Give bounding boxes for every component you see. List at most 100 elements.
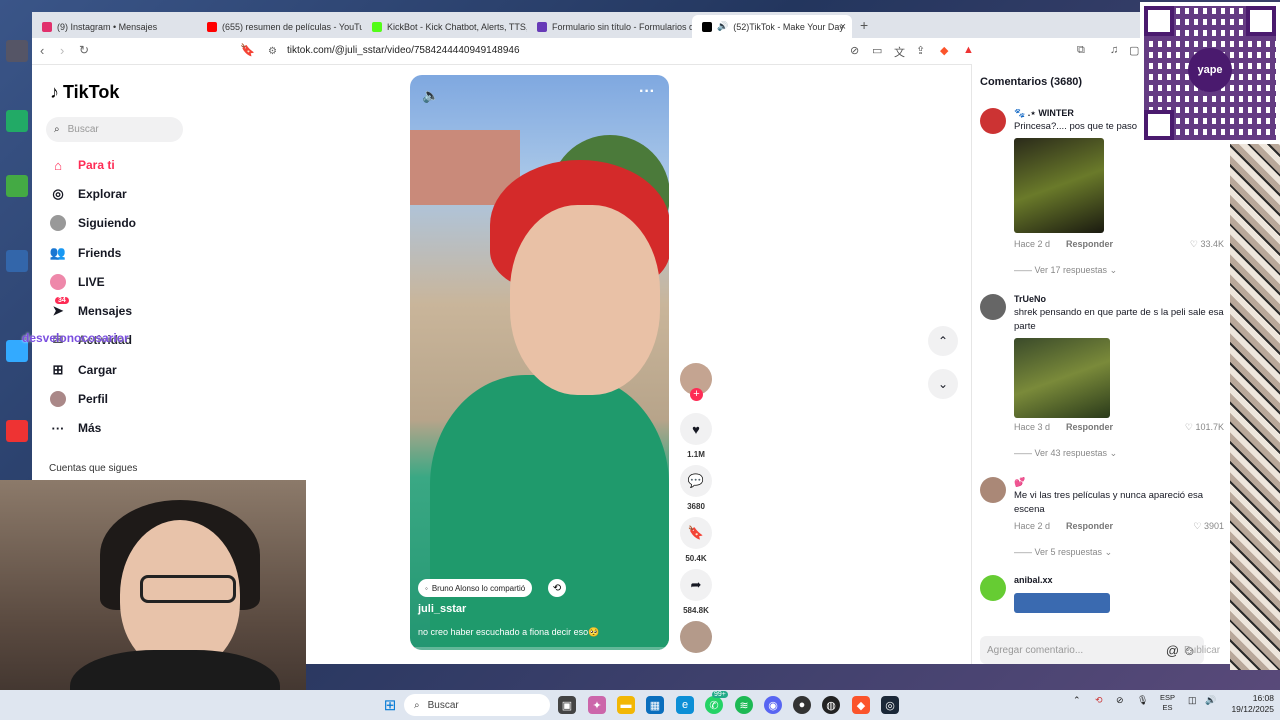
commenter-avatar[interactable] [980, 108, 1006, 134]
nav-mensajes[interactable]: ➤ 34 Mensajes [50, 297, 132, 322]
brave-icon[interactable]: ◆ [852, 696, 870, 714]
tiktok-logo[interactable]: ♪ TikTok [50, 82, 119, 103]
translate-icon[interactable]: 文 [894, 44, 905, 60]
repost-icon[interactable]: ⟲ [548, 579, 566, 597]
copilot-icon[interactable]: ✦ [588, 696, 606, 714]
file-explorer-icon[interactable]: ▬ [617, 696, 635, 714]
nav-siguiendo[interactable]: Siguiendo [50, 212, 136, 234]
discord-icon[interactable]: ◉ [764, 696, 782, 714]
tray-network-icon[interactable]: ⊘ [1116, 695, 1124, 706]
sidebar-icon[interactable]: ⧉ [1077, 44, 1085, 57]
comment-user[interactable]: TrUeNo [1014, 294, 1046, 304]
nav-live[interactable]: LIVE [50, 271, 105, 293]
comment-image[interactable] [1014, 593, 1110, 613]
comment-user[interactable]: 💕 [1014, 477, 1025, 488]
desktop-icon[interactable] [4, 40, 30, 64]
comment-user[interactable]: 🐾 .⋆ WINTER [1014, 108, 1074, 119]
taskbar-search[interactable]: ⌕ Buscar [404, 694, 550, 716]
windows-start-icon[interactable]: ⊞ [381, 696, 399, 714]
tab-youtube[interactable]: (655) resumen de películas - YouTube [197, 15, 362, 38]
tab-tiktok[interactable]: 🔊 (52)TikTok - Make Your Day × [692, 15, 852, 38]
forward-icon[interactable]: › [60, 43, 64, 58]
desktop-icon[interactable] [4, 110, 30, 134]
tab-kickbot[interactable]: KickBot - Kick Chatbot, Alerts, TTS, O [362, 15, 527, 38]
store-icon[interactable]: ▦ [646, 696, 664, 714]
tray-app-icon[interactable]: ⟲ [1095, 695, 1103, 706]
media-icon[interactable]: ♫ [1110, 44, 1118, 56]
reply-button[interactable]: Responder [1066, 422, 1113, 432]
url-field[interactable]: tiktok.com/@juli_sstar/video/75842444409… [287, 45, 520, 56]
nav-perfil[interactable]: Perfil [50, 388, 108, 410]
back-icon[interactable]: ‹ [40, 43, 44, 58]
desktop-icon[interactable] [4, 175, 30, 199]
tray-chevron-icon[interactable]: ⌃ [1073, 695, 1081, 706]
add-comment-input[interactable]: Agregar comentario... @ ☺ [980, 636, 1204, 664]
tray-wifi-icon[interactable]: ◫ [1188, 695, 1197, 706]
window-icon[interactable]: ▢ [1129, 44, 1139, 57]
music-disc[interactable] [680, 621, 712, 653]
rewards-icon[interactable]: ▲ [963, 44, 974, 56]
commenter-avatar[interactable] [980, 575, 1006, 601]
tab-forms[interactable]: Formulario sin título - Formularios de [527, 15, 692, 38]
commenter-avatar[interactable] [980, 477, 1006, 503]
desktop-icon[interactable] [4, 250, 30, 274]
task-view-icon[interactable]: ▣ [558, 696, 576, 714]
tray-mic-icon[interactable]: 🎙 [1137, 695, 1148, 706]
nav-explorar[interactable]: ◎ Explorar [50, 183, 126, 205]
video-player[interactable]: 🔈 ··· ◦ Bruno Alonso lo compartió ⟲ juli_… [410, 75, 669, 650]
reply-button[interactable]: Responder [1066, 239, 1113, 249]
desktop-icon[interactable] [4, 420, 30, 444]
language-indicator[interactable]: ESP ES [1160, 693, 1175, 713]
comment-image[interactable] [1014, 338, 1110, 418]
comment-likes[interactable]: ♡ 33.4K [1190, 239, 1224, 250]
bookmark-icon[interactable]: 🔖 [240, 43, 255, 57]
comment-likes[interactable]: ♡ 101.7K [1185, 422, 1224, 433]
publish-button[interactable]: Publicar [1184, 645, 1220, 656]
app-icon[interactable]: ● [793, 696, 811, 714]
nav-cargar[interactable]: ⊞ Cargar [50, 359, 117, 381]
whatsapp-icon[interactable]: ✆ [705, 696, 723, 714]
tab-instagram[interactable]: (9) Instagram • Mensajes [32, 15, 197, 38]
video-progress[interactable] [410, 647, 669, 650]
save-button[interactable]: 🔖 [680, 517, 712, 549]
share-button[interactable]: ➦ [680, 569, 712, 601]
notification-badge: 99+ [712, 691, 728, 698]
nav-friends[interactable]: 👥 Friends [50, 242, 121, 264]
comment-likes[interactable]: ♡ 3901 [1193, 521, 1224, 532]
close-tab-icon[interactable]: × [840, 21, 846, 33]
view-replies[interactable]: —— Ver 43 respuestas ⌄ [1014, 448, 1117, 459]
extension-icon[interactable]: ⊘ [850, 44, 859, 57]
more-options-icon[interactable]: ··· [639, 83, 655, 101]
share-icon[interactable]: ⇪ [916, 44, 925, 57]
video-author[interactable]: juli_sstar [418, 603, 466, 615]
nav-mas[interactable]: ··· Más [50, 417, 102, 439]
spotify-icon[interactable]: ≋ [735, 696, 753, 714]
previous-video-button[interactable]: ⌃ [928, 326, 958, 356]
comment-button[interactable]: 💬 [680, 465, 712, 497]
clock[interactable]: 16:08 19/12/2025 [1230, 693, 1274, 715]
volume-icon[interactable]: 🔈 [422, 87, 439, 104]
follow-plus-icon[interactable]: + [690, 388, 703, 401]
reply-button[interactable]: Responder [1066, 521, 1113, 531]
commenter-avatar[interactable] [980, 294, 1006, 320]
nav-para-ti[interactable]: ⌂ Para ti [50, 154, 115, 176]
yape-qr-code: yape [1140, 2, 1280, 144]
nav-label: LIVE [78, 275, 105, 289]
reload-icon[interactable]: ↻ [79, 43, 89, 57]
edge-icon[interactable]: e [676, 696, 694, 714]
comment-image[interactable] [1014, 138, 1104, 233]
site-info-icon[interactable]: ⚙ [268, 46, 277, 57]
next-video-button[interactable]: ⌄ [928, 369, 958, 399]
shared-by-chip[interactable]: ◦ Bruno Alonso lo compartió [418, 579, 533, 597]
steam-icon[interactable]: ◎ [881, 696, 899, 714]
like-button[interactable]: ♥ [680, 413, 712, 445]
comment-user[interactable]: anibal.xx [1014, 575, 1053, 585]
tray-volume-icon[interactable]: 🔊 [1205, 695, 1216, 706]
search-input[interactable]: ⌕ Buscar [46, 117, 183, 142]
cast-icon[interactable]: ▭ [872, 44, 882, 57]
obs-icon[interactable]: ◍ [822, 696, 840, 714]
view-replies[interactable]: —— Ver 5 respuestas ⌄ [1014, 547, 1112, 558]
view-replies[interactable]: —— Ver 17 respuestas ⌄ [1014, 265, 1117, 276]
new-tab-button[interactable]: + [860, 17, 868, 33]
brave-shield-icon[interactable]: ◆ [940, 44, 948, 57]
